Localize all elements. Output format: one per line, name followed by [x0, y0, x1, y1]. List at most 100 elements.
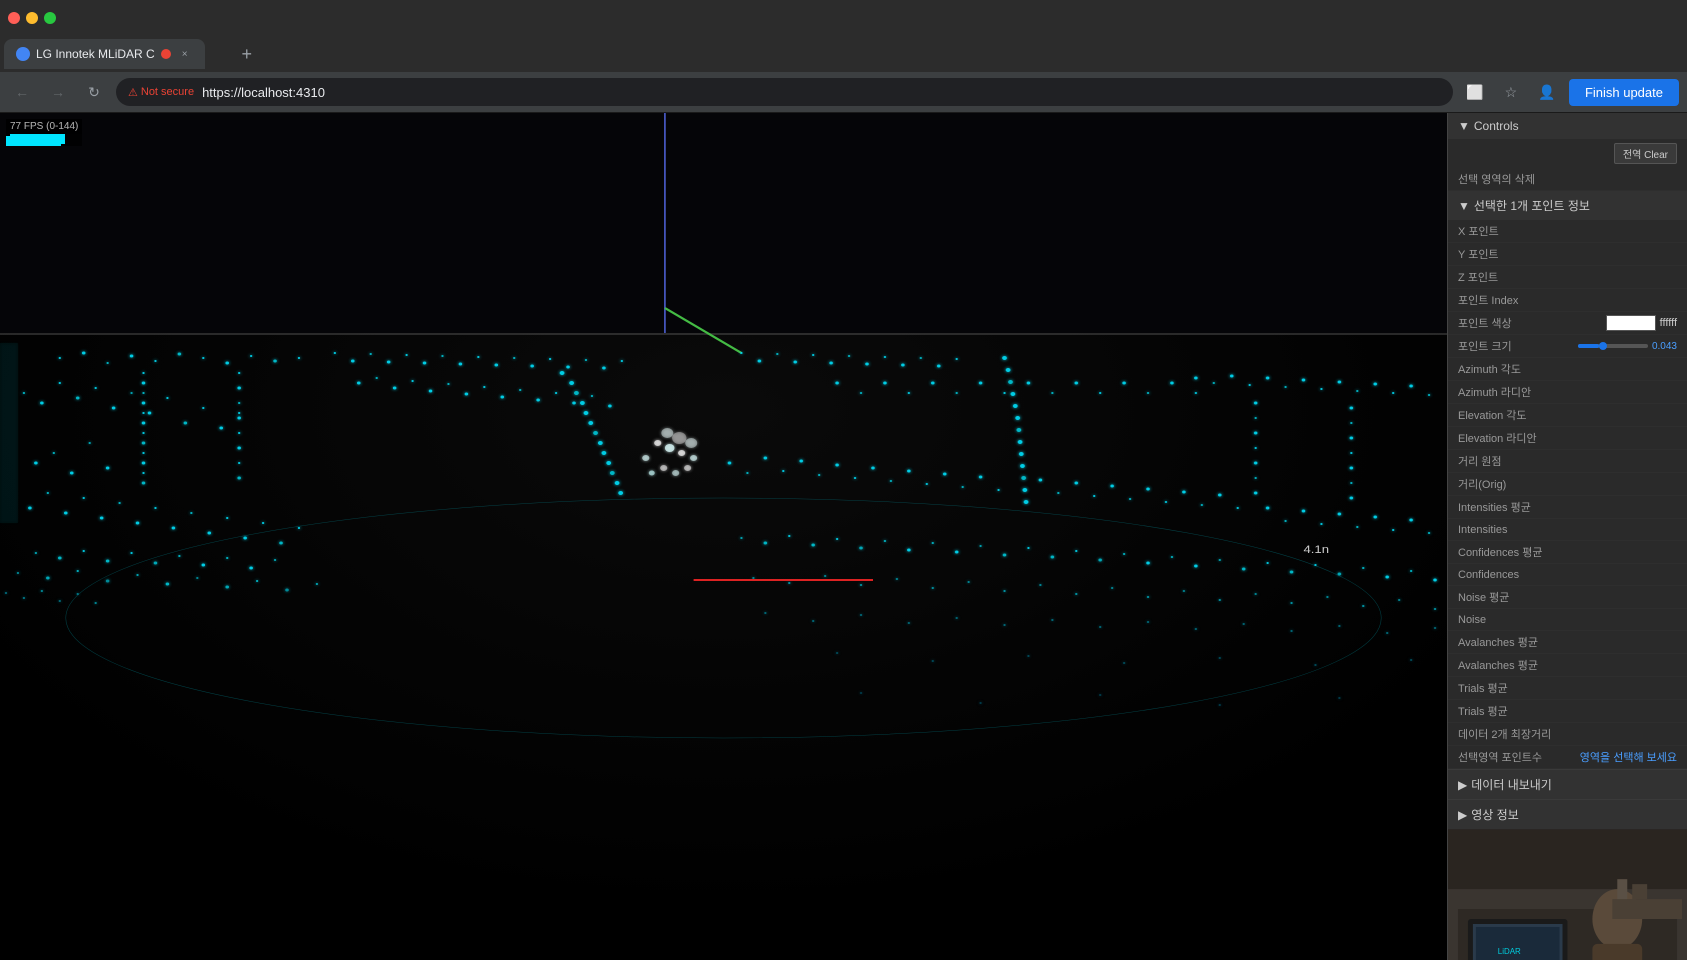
- elevation-degree-label: Elevation 각도: [1458, 407, 1677, 423]
- video-info-title: 영상 정보: [1471, 806, 1519, 823]
- fps-label-text: 77 FPS (0-144): [6, 119, 82, 134]
- window-controls: [8, 12, 56, 24]
- confidences-row: Confidences: [1448, 564, 1687, 586]
- address-bar: ← → ↻ ⚠ Not secure https://localhost:431…: [0, 72, 1687, 112]
- max-dist-row: 데이터 2개 최장거리: [1448, 723, 1687, 746]
- x-point-label: X 포인트: [1458, 223, 1677, 239]
- point-info-collapse-icon: ▼: [1458, 199, 1470, 213]
- refresh-button[interactable]: ↻: [80, 78, 108, 106]
- selected-point-count-row: 선택영역 포인트수 영역을 선택해 보세요: [1448, 746, 1687, 769]
- svg-text:4.1n: 4.1n: [1303, 543, 1329, 556]
- maximize-button[interactable]: [44, 12, 56, 24]
- export-collapse-icon: ▶: [1458, 778, 1467, 792]
- point-size-value: 0.043: [1652, 341, 1677, 352]
- avalanches-std-label: Avalanches 평균: [1458, 634, 1677, 650]
- confidences-std-row: Confidences 평균: [1448, 541, 1687, 564]
- tab-title: LG Innotek MLiDAR C: [36, 47, 155, 61]
- distance-origin-row: 거리 원점: [1448, 450, 1687, 473]
- export-header[interactable]: ▶ 데이터 내보내기: [1448, 770, 1687, 799]
- azimuth-degree-row: Azimuth 각도: [1448, 358, 1687, 381]
- z-point-label: Z 포인트: [1458, 269, 1677, 285]
- z-point-row: Z 포인트: [1448, 266, 1687, 289]
- forward-button[interactable]: →: [44, 78, 72, 106]
- noise-row: Noise: [1448, 609, 1687, 631]
- intensities-label: Intensities: [1458, 524, 1677, 536]
- max-dist-label: 데이터 2개 최장거리: [1458, 726, 1677, 742]
- point-info-section: ▼ 선택한 1개 포인트 정보 X 포인트 Y 포인트 Z 포인트 포인트 In…: [1448, 191, 1687, 770]
- point-size-slider[interactable]: [1578, 344, 1648, 348]
- back-button[interactable]: ←: [8, 78, 36, 106]
- distance-origin-label: 거리 원점: [1458, 453, 1677, 469]
- point-color-value: ffffff: [1660, 317, 1677, 329]
- noise-label: Noise: [1458, 614, 1677, 626]
- lidar-scene[interactable]: 4.1n: [0, 113, 1447, 960]
- azimuth-radian-row: Azimuth 라디안: [1448, 381, 1687, 404]
- y-point-row: Y 포인트: [1448, 243, 1687, 266]
- address-text: https://localhost:4310: [202, 85, 325, 100]
- address-input[interactable]: ⚠ Not secure https://localhost:4310: [116, 78, 1453, 106]
- video-info-header[interactable]: ▶ 영상 정보: [1448, 800, 1687, 829]
- tab-favicon-icon: [16, 47, 30, 61]
- not-secure-badge: ⚠ Not secure: [128, 86, 194, 99]
- tab-inactive[interactable]: [205, 39, 229, 69]
- trials-std-row: Trials 평균: [1448, 677, 1687, 700]
- point-info-title: 선택한 1개 포인트 정보: [1474, 197, 1590, 214]
- selection-clear-row: 선택 영역의 삭제: [1448, 168, 1687, 191]
- azimuth-degree-label: Azimuth 각도: [1458, 361, 1677, 377]
- intensities-std-label: Intensities 평균: [1458, 499, 1677, 515]
- lock-icon: ⚠: [128, 86, 138, 99]
- bookmark-button[interactable]: ☆: [1497, 78, 1525, 106]
- selection-clear-label: 선택 영역의 삭제: [1458, 171, 1677, 187]
- export-title: 데이터 내보내기: [1471, 776, 1552, 793]
- top-buttons: 전역 Clear: [1448, 139, 1687, 168]
- avalanches-std-row: Avalanches 평균: [1448, 631, 1687, 654]
- close-button[interactable]: [8, 12, 20, 24]
- finish-update-button[interactable]: Finish update: [1569, 79, 1679, 106]
- cast-button[interactable]: ⬜: [1461, 78, 1489, 106]
- point-index-label: 포인트 Index: [1458, 292, 1677, 308]
- minimize-button[interactable]: [26, 12, 38, 24]
- confidences-std-label: Confidences 평균: [1458, 544, 1677, 560]
- video-info-collapse-icon: ▶: [1458, 808, 1467, 822]
- lidar-viewport[interactable]: 77 FPS (0-144): [0, 113, 1447, 960]
- avalanches-label: Avalanches 평균: [1458, 657, 1677, 673]
- point-color-label: 포인트 색상: [1458, 315, 1606, 331]
- elevation-radian-row: Elevation 라디안: [1448, 427, 1687, 450]
- export-section: ▶ 데이터 내보내기: [1448, 770, 1687, 800]
- svg-text:LiDAR: LiDAR: [1498, 947, 1521, 956]
- trials-label: Trials 평균: [1458, 703, 1677, 719]
- point-size-slider-container[interactable]: 0.043: [1568, 341, 1678, 352]
- title-bar: [0, 0, 1687, 36]
- noise-std-label: Noise 평균: [1458, 589, 1677, 605]
- clear-button[interactable]: 전역 Clear: [1614, 143, 1677, 164]
- point-color-row: 포인트 색상 ffffff: [1448, 312, 1687, 335]
- video-feed-svg: LiDAR: [1448, 829, 1687, 960]
- x-point-row: X 포인트: [1448, 220, 1687, 243]
- y-point-label: Y 포인트: [1458, 246, 1677, 262]
- controls-header[interactable]: ▼ Controls: [1448, 113, 1687, 139]
- profile-button[interactable]: 👤: [1533, 78, 1561, 106]
- azimuth-radian-label: Azimuth 라디안: [1458, 384, 1677, 400]
- trials-std-label: Trials 평균: [1458, 680, 1677, 696]
- tab-recording-icon: [161, 49, 171, 59]
- point-size-label: 포인트 크기: [1458, 338, 1568, 354]
- point-info-header[interactable]: ▼ 선택한 1개 포인트 정보: [1448, 191, 1687, 220]
- controls-panel: ▼ Controls 전역 Clear 선택 영역의 삭제 ▼ 선택한 1개 포…: [1447, 113, 1687, 960]
- intensities-std-row: Intensities 평균: [1448, 496, 1687, 519]
- point-size-slider-thumb[interactable]: [1599, 342, 1607, 350]
- selected-point-count-label: 선택영역 포인트수: [1458, 749, 1580, 765]
- tab-active[interactable]: LG Innotek MLiDAR C ×: [4, 39, 205, 69]
- trials-row: Trials 평균: [1448, 700, 1687, 723]
- confidences-label: Confidences: [1458, 569, 1677, 581]
- browser-chrome: LG Innotek MLiDAR C × + ← → ↻ ⚠ Not secu…: [0, 0, 1687, 113]
- controls-title: Controls: [1474, 119, 1519, 133]
- point-color-swatch[interactable]: [1606, 315, 1656, 331]
- tab-bar: LG Innotek MLiDAR C × +: [0, 36, 1687, 72]
- intensities-row: Intensities: [1448, 519, 1687, 541]
- tab-close-button[interactable]: ×: [177, 46, 193, 62]
- new-tab-button[interactable]: +: [233, 40, 261, 68]
- selected-point-count-value: 영역을 선택해 보세요: [1580, 749, 1677, 765]
- point-size-row: 포인트 크기 0.043: [1448, 335, 1687, 358]
- point-index-row: 포인트 Index: [1448, 289, 1687, 312]
- elevation-degree-row: Elevation 각도: [1448, 404, 1687, 427]
